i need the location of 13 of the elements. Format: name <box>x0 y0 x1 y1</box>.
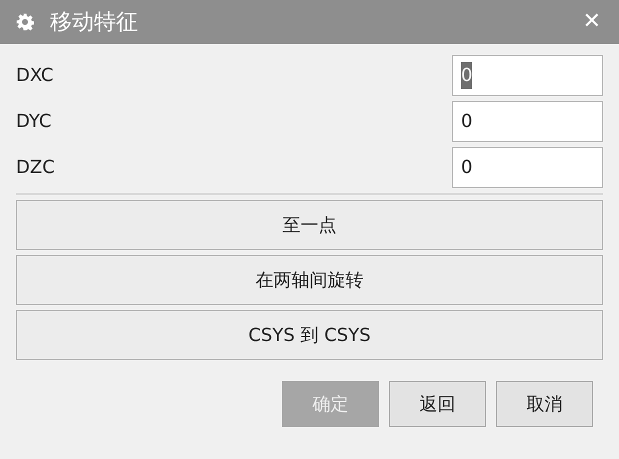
action-button[interactable]: CSYS 到 CSYS <box>16 310 603 360</box>
input-field[interactable]: 0 <box>452 146 603 188</box>
action-button[interactable]: 在两轴间旋转 <box>16 255 603 305</box>
window-title: 移动特征 <box>50 8 138 36</box>
dialog-button[interactable]: 返回 <box>389 381 486 427</box>
field-label: DZC <box>16 156 55 180</box>
input-field[interactable]: 0 <box>452 100 603 142</box>
gear-icon <box>16 13 34 31</box>
action-button[interactable]: 至一点 <box>16 200 603 250</box>
input-field[interactable]: 0 <box>452 54 603 96</box>
field-label: DYC <box>16 110 52 134</box>
field-label: DXC <box>16 64 54 88</box>
dialog-button[interactable]: 取消 <box>496 381 593 427</box>
